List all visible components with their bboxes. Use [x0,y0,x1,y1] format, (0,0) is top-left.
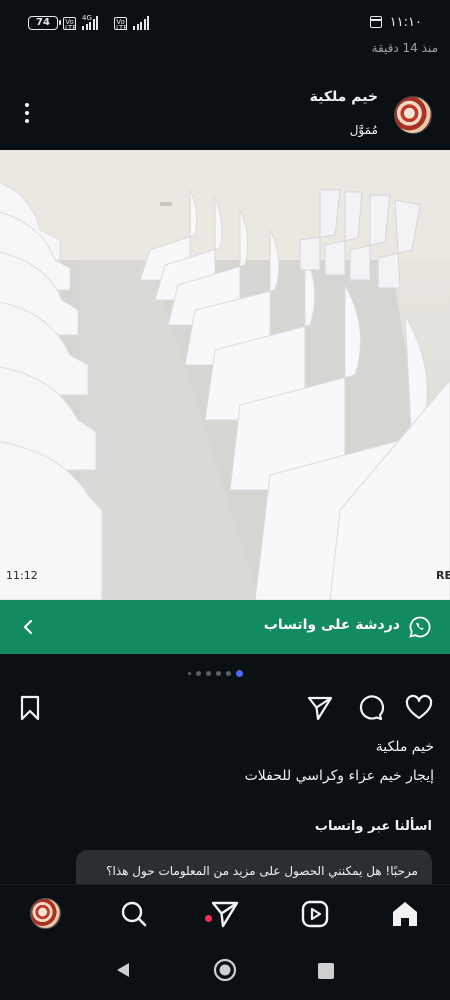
whatsapp-cta-label[interactable]: دردشة على واتساب [264,617,400,633]
carousel-dot-active [236,670,243,677]
search-icon[interactable] [119,899,149,929]
volte-icon-2: Vo LTE [114,17,128,32]
bookmark-icon[interactable] [16,694,44,722]
post-time-ago: منذ 14 دقيقة [371,41,438,55]
more-vertical-icon[interactable] [22,103,32,125]
caption-text: إيجار خيم عزاء وكراسي للحفلات [244,768,434,784]
heart-icon[interactable] [405,694,433,722]
ask-whatsapp-label: اسألنا عبر واتساب [314,819,432,834]
clock: ١١:١٠ [389,15,422,30]
reels-icon[interactable] [300,899,330,929]
send-icon[interactable] [210,899,240,929]
caption-account-name[interactable]: خيم ملكية [376,739,434,755]
sponsored-label: مُمَوَّل [349,123,378,137]
status-bar: 74 Vo LTE 4G Vo LTE ١١:١٠ [0,0,450,40]
carousel-indicator [188,670,243,677]
carousel-dot [206,671,211,676]
whatsapp-icon[interactable] [408,615,432,639]
signal-icon [82,16,98,30]
photo-timestamp: 11:12 [6,569,38,582]
quick-message-text[interactable]: مرحبًا! هل يمكنني الحصول على مزيد من الم… [106,864,418,878]
carousel-dot [196,671,201,676]
home-icon[interactable] [390,899,420,929]
carousel-dot [226,671,231,676]
chevron-left-icon[interactable] [18,617,38,637]
carousel-dot [188,672,191,675]
battery-indicator: 74 [28,16,61,30]
account-avatar[interactable] [394,96,432,134]
send-icon[interactable] [306,694,334,722]
profile-avatar[interactable] [30,898,61,929]
home-circle-icon[interactable] [213,958,237,982]
calendar-icon [370,16,382,28]
carousel-dot [216,671,221,676]
recents-square-icon[interactable] [317,962,335,980]
account-name[interactable]: خيم ملكية [310,89,378,105]
signal-icon-2 [133,16,149,30]
chairs-photo-illustration [0,150,450,600]
notification-dot [205,915,212,922]
photo-edge-text: RE [436,569,450,582]
volte-icon: Vo LTE [63,17,77,32]
back-triangle-icon[interactable] [113,960,133,980]
comment-icon[interactable] [356,694,384,722]
post-photo[interactable] [0,150,450,600]
